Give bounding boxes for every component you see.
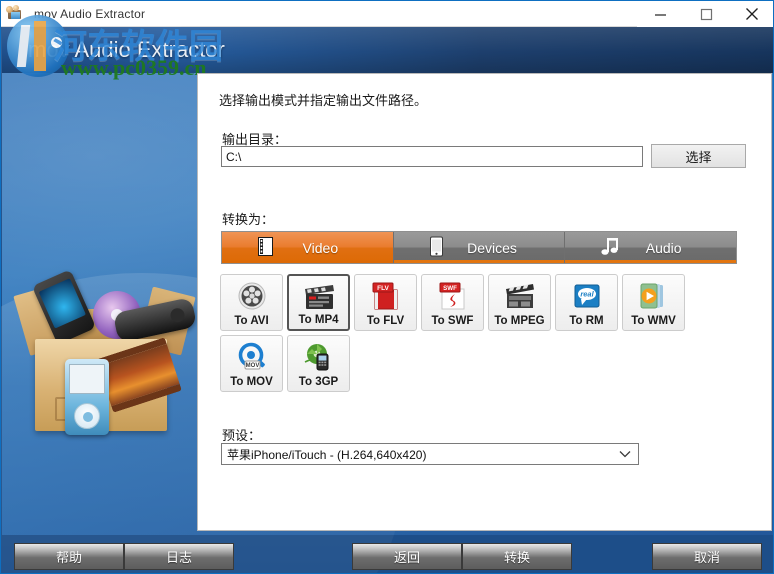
browse-button[interactable]: 选择	[651, 144, 746, 168]
format-button-to-3gp[interactable]: To 3GP	[287, 335, 350, 392]
cancel-button[interactable]: 取消	[652, 543, 762, 570]
format-label: To 3GP	[298, 376, 339, 388]
svg-text:MOV: MOV	[245, 363, 259, 369]
phone-icon	[429, 236, 443, 259]
format-button-to-swf[interactable]: SWF To SWF	[421, 274, 484, 331]
format-button-to-rm[interactable]: real To RM	[555, 274, 618, 331]
tab-audio[interactable]: Audio	[565, 232, 737, 263]
tab-devices[interactable]: Devices	[393, 232, 566, 263]
preset-dropdown[interactable]: 苹果iPhone/iTouch - (H.264,640x420)	[221, 443, 639, 465]
format-label: To WMV	[631, 315, 676, 327]
format-label: To SWF	[431, 315, 474, 327]
mpeg-clapper-icon	[489, 279, 550, 313]
chevron-down-icon	[619, 447, 631, 461]
close-icon	[746, 8, 758, 20]
flv-file-icon: FLV	[355, 279, 416, 313]
preset-selected-value: 苹果iPhone/iTouch - (H.264,640x420)	[227, 447, 427, 462]
app-banner: mov Audio Extractor	[2, 27, 773, 73]
svg-text:real: real	[580, 290, 594, 299]
convert-button[interactable]: 转换	[462, 543, 572, 570]
panel-intro-text: 选择输出模式并指定输出文件路径。	[219, 93, 428, 108]
close-button[interactable]	[729, 1, 773, 27]
mov-quicktime-icon: MOV	[221, 340, 282, 374]
tab-audio-label: Audio	[645, 239, 682, 256]
output-settings-panel: 选择输出模式并指定输出文件路径。 输出目录： 选择 转换为： Video	[197, 73, 772, 531]
svg-text:SWF: SWF	[443, 285, 457, 292]
format-button-to-mp4[interactable]: To MP4	[287, 274, 350, 331]
format-label: To FLV	[366, 315, 405, 327]
format-label: To AVI	[234, 315, 269, 327]
minimize-icon	[654, 13, 666, 16]
format-button-to-mpeg[interactable]: To MPEG	[488, 274, 551, 331]
help-button[interactable]: 帮助	[14, 543, 124, 570]
minimize-button[interactable]	[637, 1, 683, 27]
format-button-to-flv[interactable]: FLV To FLV	[354, 274, 417, 331]
format-label: To MP4	[298, 314, 339, 326]
format-label: To MPEG	[494, 315, 545, 327]
format-button-to-wmv[interactable]: To WMV	[622, 274, 685, 331]
swf-flash-icon: SWF	[422, 279, 483, 313]
application-window: mov Audio Extractor mov Audio Extractor	[0, 0, 774, 574]
back-button[interactable]: 返回	[352, 543, 462, 570]
clapperboard-icon	[289, 280, 348, 314]
log-button[interactable]: 日志	[124, 543, 234, 570]
maximize-icon	[700, 8, 712, 20]
film-strip-icon	[258, 236, 273, 259]
tab-video[interactable]: Video	[222, 232, 394, 263]
banner-app-title: mov Audio Extractor	[28, 37, 225, 62]
format-button-grid: To AVI To MP4 FLV To FLV SWF To SWF To M…	[220, 274, 740, 396]
output-category-tabs: Video Devices Audio	[221, 231, 737, 264]
format-button-to-avi[interactable]: To AVI	[220, 274, 283, 331]
product-illustration	[7, 263, 203, 443]
convert-to-label: 转换为：	[222, 212, 275, 227]
format-label: To MOV	[230, 376, 273, 388]
format-button-to-mov[interactable]: MOV To MOV	[220, 335, 283, 392]
maximize-button[interactable]	[683, 1, 729, 27]
preset-label: 预设：	[222, 428, 262, 443]
format-label: To RM	[569, 315, 604, 327]
3gp-mobile-icon	[288, 340, 349, 374]
tab-devices-label: Devices	[467, 239, 517, 256]
output-dir-input[interactable]	[221, 146, 643, 167]
svg-text:FLV: FLV	[377, 285, 389, 292]
music-note-icon	[601, 237, 621, 259]
film-reel-icon	[221, 279, 282, 313]
tab-video-label: Video	[302, 239, 339, 256]
realmedia-icon: real	[556, 279, 617, 313]
wmv-play-icon	[623, 279, 684, 313]
